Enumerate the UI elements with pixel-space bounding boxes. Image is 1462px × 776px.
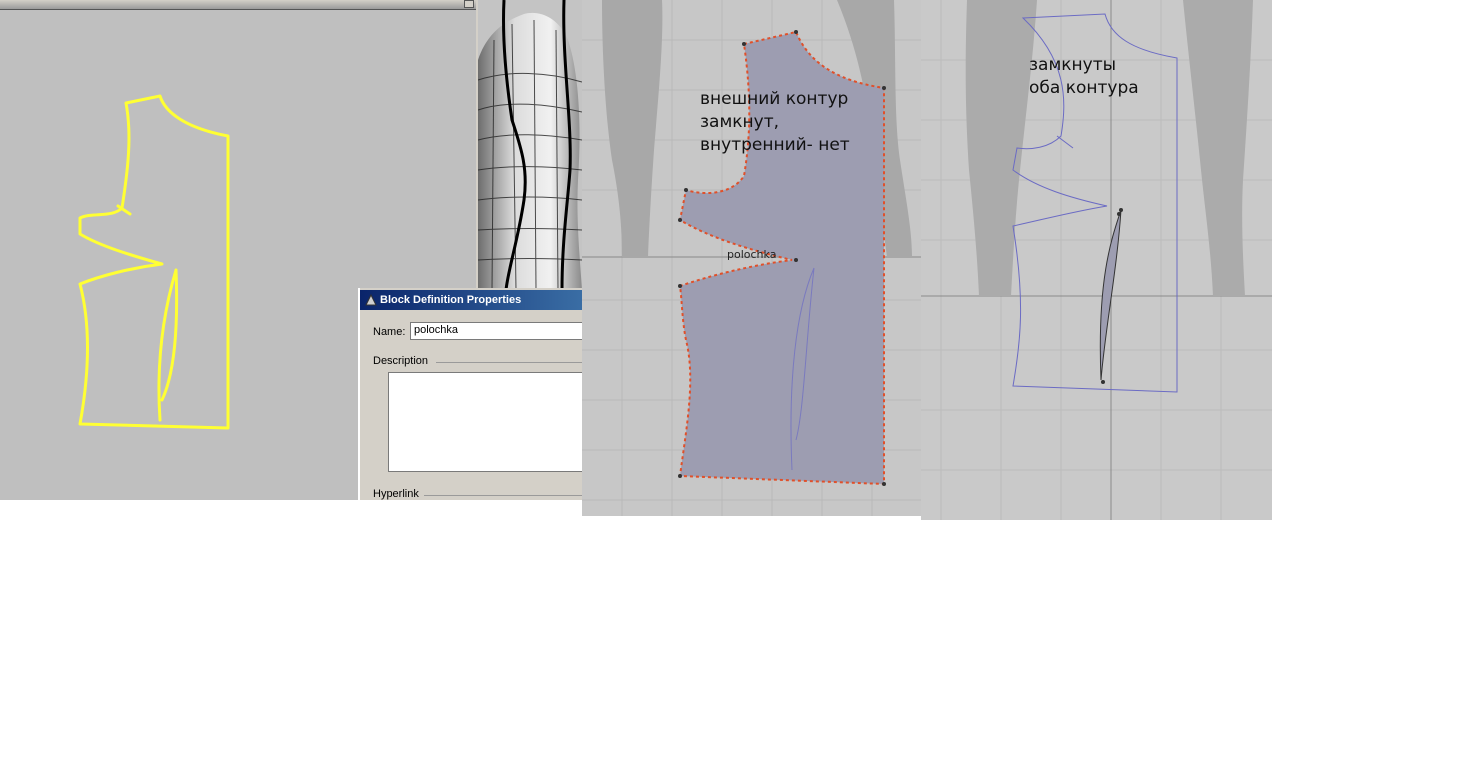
description-separator (436, 362, 582, 363)
block-icon (365, 293, 377, 306)
sketch-dart (157, 268, 179, 422)
mannequin-render (478, 0, 582, 290)
block-name-label: polochka (727, 248, 777, 261)
name-field[interactable]: polochka (410, 322, 582, 340)
name-label: Name: (373, 326, 406, 338)
annotation-outer-closed: внешний контур замкнут, внутренний- нет (700, 89, 850, 155)
description-label: Description (373, 355, 429, 367)
right-viewport[interactable]: замкнуты оба контура (921, 0, 1272, 520)
annotation-both-closed: замкнуты оба контура (1029, 55, 1139, 98)
block-definition-dialog: Block Definition Properties Name: poloch… (358, 288, 582, 500)
hyperlink-separator (424, 495, 582, 496)
hyperlink-label: Hyperlink (373, 488, 419, 500)
dialog-titlebar[interactable]: Block Definition Properties (360, 290, 582, 310)
mannequin-render-viewport[interactable] (476, 0, 582, 290)
sketch-outer-outline (78, 94, 230, 430)
description-textarea[interactable] (388, 372, 582, 472)
middle-viewport[interactable]: внешний контур замкнут, внутренний- нет … (582, 0, 921, 516)
dialog-title: Block Definition Properties (380, 294, 522, 306)
